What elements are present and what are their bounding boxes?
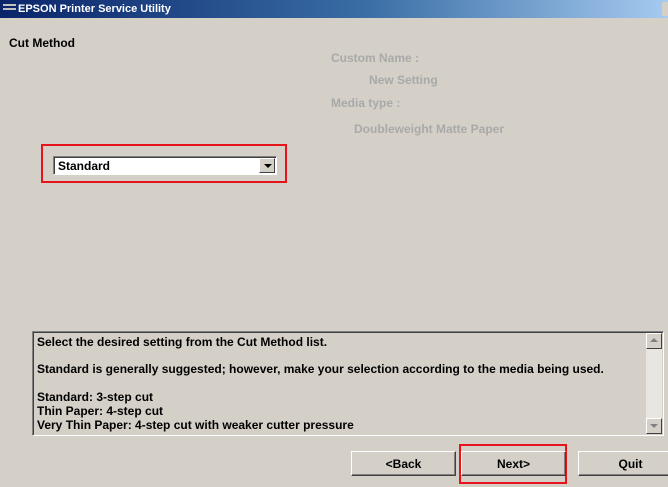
description-line: Standard is generally suggested; however… <box>37 362 604 376</box>
scroll-down-icon[interactable] <box>646 418 662 434</box>
next-button[interactable]: Next> <box>461 451 566 476</box>
chevron-down-icon[interactable] <box>259 158 275 173</box>
back-button[interactable]: <Back <box>351 451 456 476</box>
description-textbox[interactable]: Select the desired setting from the Cut … <box>32 331 664 436</box>
media-type-label: Media type : <box>331 96 401 110</box>
page-title: Cut Method <box>9 36 75 50</box>
title-bar-control[interactable] <box>662 2 668 16</box>
custom-name-value: New Setting <box>369 73 438 87</box>
quit-button[interactable]: Quit <box>578 451 668 476</box>
description-line: Very Thin Paper: 4-step cut with weaker … <box>37 418 354 432</box>
utility-window: EPSON Printer Service Utility Cut Method… <box>0 0 668 487</box>
window-title: EPSON Printer Service Utility <box>18 3 171 15</box>
title-bar[interactable]: EPSON Printer Service Utility <box>0 0 668 18</box>
custom-name-label: Custom Name : <box>331 51 420 65</box>
description-line: Standard: 3-step cut <box>37 390 154 404</box>
cut-method-dropdown[interactable]: Standard <box>53 156 277 175</box>
scroll-up-icon[interactable] <box>646 333 662 349</box>
cut-method-selected-value: Standard <box>58 159 111 173</box>
vertical-scrollbar[interactable] <box>646 333 662 434</box>
printer-icon <box>3 4 16 14</box>
description-line: Thin Paper: 4-step cut <box>37 404 164 418</box>
media-type-value: Doubleweight Matte Paper <box>354 122 505 136</box>
description-line: Select the desired setting from the Cut … <box>37 335 328 349</box>
